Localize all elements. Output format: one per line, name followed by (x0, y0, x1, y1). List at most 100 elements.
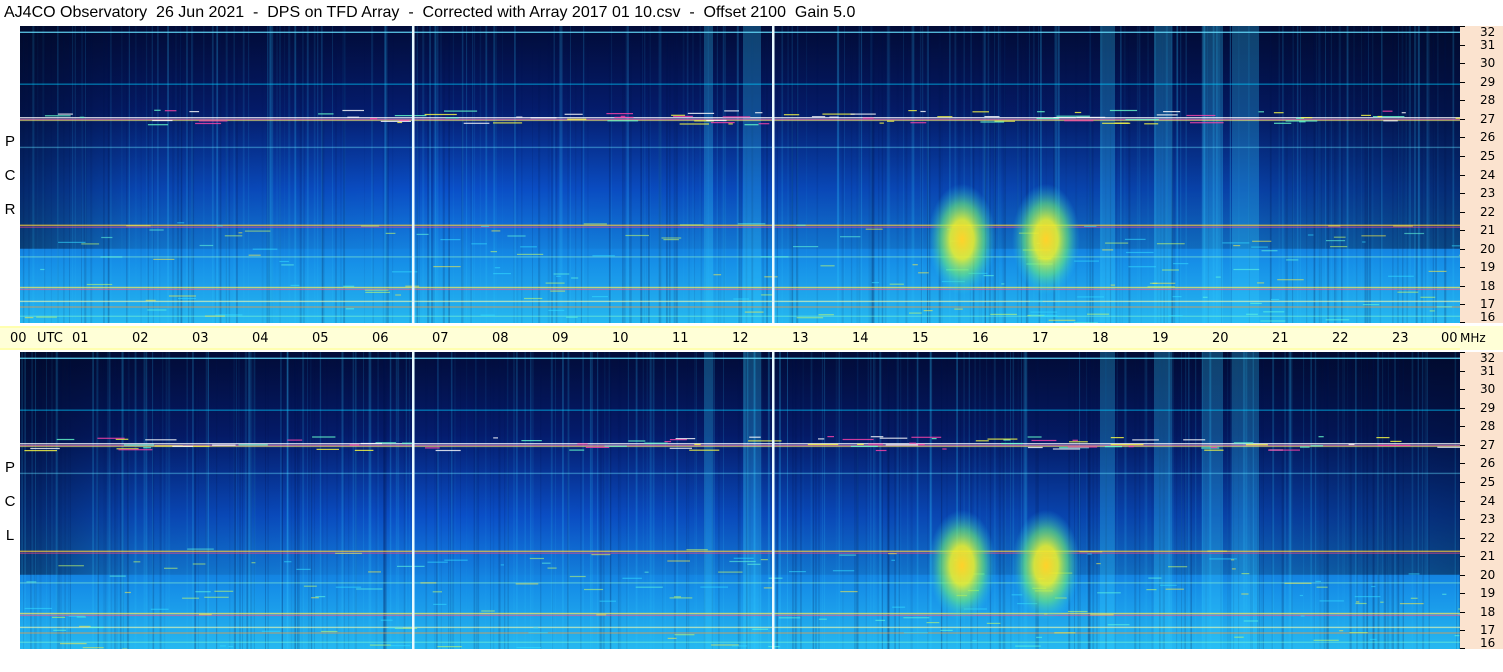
frequency-tick (1460, 481, 1465, 483)
spectrogram-svg (20, 26, 1460, 323)
noise-fragment (972, 640, 977, 642)
utc-time-axis: UTC 00 01 02 03 04 05 06 07 08 09 10 11 12 13 14 15 16 17… (0, 326, 1460, 350)
noise-column (838, 26, 840, 323)
noise-column (555, 26, 558, 323)
noise-column (1396, 352, 1398, 649)
noise-column (592, 352, 593, 649)
rfi-fragment (664, 441, 672, 443)
noise-column (1325, 26, 1326, 323)
noise-fragment (1241, 593, 1249, 595)
jupiter-burst (1012, 183, 1080, 296)
frequency-tick (1460, 100, 1465, 102)
noise-fragment (729, 560, 756, 563)
noise-column (1134, 352, 1137, 649)
rfi-fragment (1390, 440, 1402, 442)
noise-column (717, 26, 720, 323)
noise-column (1426, 26, 1429, 323)
noise-fragment (24, 607, 52, 610)
rfi-fragment (931, 438, 937, 440)
noise-column (254, 352, 256, 649)
noise-column (658, 26, 661, 323)
noise-column (1377, 352, 1380, 649)
noise-fragment (53, 629, 67, 631)
noise-column (239, 352, 241, 649)
rfi-fragment (607, 120, 639, 122)
frequency-tick-label: 16 (1480, 636, 1496, 650)
noise-fragment (889, 283, 904, 285)
frequency-tick-label: 27 (1480, 111, 1496, 126)
noise-fragment (923, 310, 933, 312)
frequency-tick (1460, 285, 1465, 287)
interference-line (20, 632, 1460, 634)
noise-column (107, 26, 109, 323)
noise-column (205, 352, 207, 649)
noise-fragment (679, 224, 704, 226)
interference-line (20, 552, 1460, 554)
noise-column (1396, 26, 1399, 323)
noise-column (244, 352, 247, 649)
rfi-fragment (152, 119, 173, 122)
noise-fragment (571, 277, 579, 279)
rfi-fragment (842, 438, 874, 441)
rfi-fragment (212, 444, 236, 446)
noise-fragment (1126, 251, 1154, 254)
noise-column (69, 26, 70, 323)
noise-fragment (303, 585, 317, 587)
noise-fragment (164, 567, 178, 569)
noise-fragment (1370, 638, 1377, 640)
noise-column (1281, 352, 1284, 649)
noise-column (790, 26, 791, 323)
noise-column (371, 26, 374, 323)
interference-line (20, 31, 1460, 33)
rfi-fragment (909, 442, 917, 444)
rfi-fragment (885, 444, 919, 446)
noise-fragment (40, 268, 45, 271)
noise-fragment (1001, 283, 1005, 285)
noise-fragment (58, 241, 86, 243)
noise-fragment (1165, 588, 1184, 590)
noise-column (844, 26, 845, 323)
utc-tick-label: 19 (1152, 331, 1169, 346)
noise-column (57, 26, 59, 323)
noise-column (694, 352, 695, 649)
noise-fragment (416, 233, 429, 235)
noise-column (531, 352, 534, 649)
noise-column (180, 26, 183, 323)
noise-fragment (1420, 296, 1436, 298)
rfi-fragment (1125, 119, 1159, 121)
rfi-fragment (628, 440, 646, 442)
noise-column (1017, 352, 1019, 649)
noise-fragment (296, 568, 311, 570)
noise-column (739, 26, 741, 323)
noise-column (110, 352, 113, 649)
rfi-fragment (287, 439, 303, 441)
noise-fragment (1030, 300, 1043, 302)
noise-column (192, 26, 194, 323)
frequency-tick (1460, 630, 1465, 632)
noise-column (191, 26, 193, 323)
rfi-fragment (620, 115, 626, 117)
noise-fragment (763, 587, 772, 589)
noise-column (1296, 26, 1299, 323)
noise-column (1145, 352, 1148, 649)
noise-fragment (178, 297, 196, 300)
noise-column (1383, 352, 1385, 649)
noise-column (176, 26, 179, 323)
noise-column (903, 26, 904, 323)
noise-column (233, 26, 235, 323)
interference-line (20, 357, 1460, 359)
noise-column (164, 352, 166, 649)
noise-fragment (335, 552, 363, 554)
noise-column (1115, 26, 1118, 323)
noise-column (816, 26, 818, 323)
noise-fragment (667, 637, 677, 639)
noise-column (993, 352, 996, 649)
noise-column (126, 26, 128, 323)
noise-fragment (1152, 282, 1176, 284)
noise-column (104, 26, 105, 323)
noise-fragment (356, 588, 383, 590)
rfi-fragment (744, 124, 759, 126)
rfi-fragment (318, 113, 334, 115)
noise-column (207, 352, 209, 649)
rfi-fragment (1382, 110, 1393, 112)
